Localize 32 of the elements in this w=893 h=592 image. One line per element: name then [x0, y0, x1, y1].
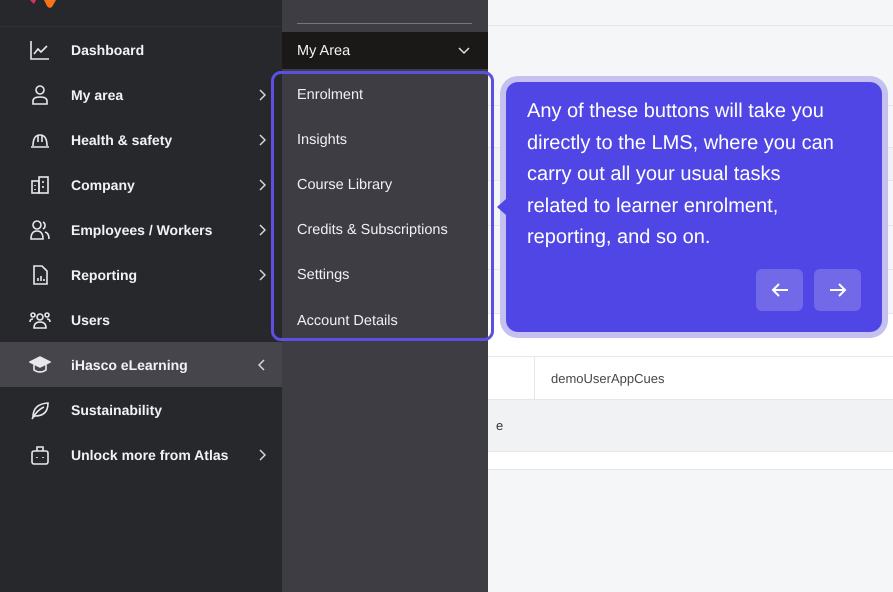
- person-icon: [29, 84, 51, 106]
- sidebar-item[interactable]: Sustainability: [0, 387, 282, 432]
- next-button[interactable]: [814, 269, 861, 311]
- sidebar-item[interactable]: My area: [0, 72, 282, 117]
- graduation-cap-icon: [29, 354, 51, 376]
- sidebar-item[interactable]: Employees / Workers: [0, 207, 282, 252]
- sidebar-item[interactable]: Unlock more from Atlas: [0, 432, 282, 477]
- building-icon: [29, 174, 51, 196]
- chevron-down-icon: [458, 46, 470, 54]
- arrow-left-icon: [770, 282, 788, 298]
- logo-icon: [30, 0, 58, 8]
- submenu-header[interactable]: My Area: [282, 32, 488, 69]
- chart-icon: [29, 38, 51, 60]
- arrow-right-icon: [828, 282, 846, 298]
- submenu-item[interactable]: Enrolment: [282, 72, 488, 118]
- submenu-item[interactable]: Insights: [282, 117, 488, 162]
- briefcase-icon: [29, 444, 51, 466]
- tooltip-text: Any of these buttons will take you directly to the LMS, where you can carry out all your usual tasks related to learner enrolment, reporting, and so on.: [527, 99, 835, 250]
- submenu-item[interactable]: Settings: [282, 252, 488, 298]
- sidebar-item[interactable]: Health & safety: [0, 117, 282, 162]
- sidebar-item[interactable]: iHasco eLearning: [0, 342, 282, 387]
- submenu-item[interactable]: Account Details: [282, 298, 488, 344]
- table-cell-text: demoUserAppCues: [550, 370, 664, 386]
- previous-button[interactable]: [756, 269, 803, 311]
- people-icon: [29, 218, 51, 240]
- table-cell-text: e: [495, 418, 504, 433]
- submenu-item[interactable]: Course Library: [282, 162, 488, 208]
- sidebar-item[interactable]: Reporting: [0, 252, 282, 297]
- sidebar-item[interactable]: Dashboard: [0, 27, 282, 72]
- sidebar-item[interactable]: Users: [0, 297, 282, 342]
- sidebar-item[interactable]: Company: [0, 162, 282, 207]
- submenu-item[interactable]: Credits & Subscriptions: [282, 208, 488, 253]
